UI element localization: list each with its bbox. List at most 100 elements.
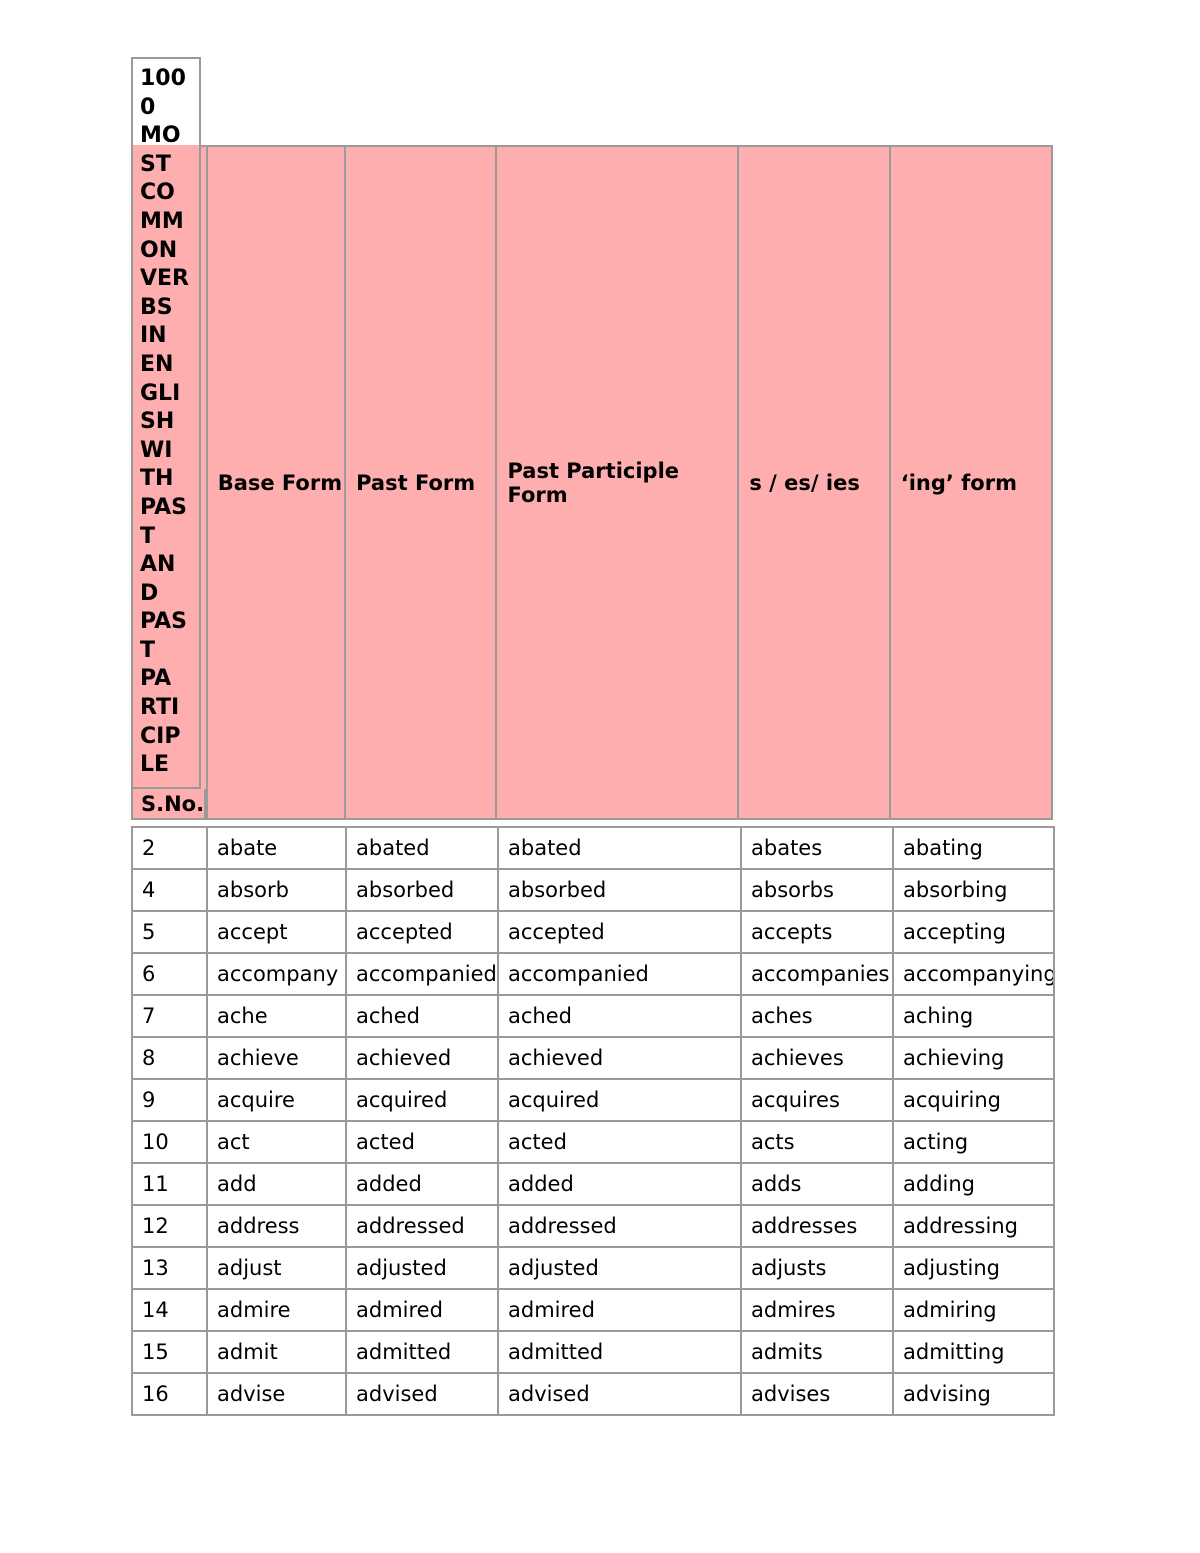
table-cell-sno: 7 (131, 994, 208, 1038)
table-row: 4 absorb absorbed absorbed absorbs absorbing (131, 868, 1055, 912)
table-cell-past: accompanied (345, 952, 499, 996)
table-cell-past: acquired (345, 1078, 499, 1122)
table-cell-base: admire (206, 1288, 347, 1332)
header-label-base-form: Base Form (217, 470, 343, 495)
table-cell-pp: admired (497, 1288, 742, 1332)
table-cell-pp: abated (497, 826, 742, 870)
verb-forms-table: 2 abate abated abated abates abating 4 absorb ab… (131, 826, 1055, 1416)
table-cell-s: achieves (740, 1036, 894, 1080)
table-cell-pp: admitted (497, 1330, 742, 1374)
table-cell-ing: accepting (892, 910, 1055, 954)
table-cell-ing: absorbing (892, 868, 1055, 912)
table-cell-s: acts (740, 1120, 894, 1164)
table-row: 13 adjust adjusted adjusted adjusts adjusting (131, 1246, 1055, 1290)
table-cell-base: acquire (206, 1078, 347, 1122)
table-cell-sno: 14 (131, 1288, 208, 1332)
table-cell-pp: acted (497, 1120, 742, 1164)
title-strip-lower-background (133, 145, 199, 787)
table-cell-base: accompany (206, 952, 347, 996)
table-cell-s: admits (740, 1330, 894, 1374)
table-cell-s: acquires (740, 1078, 894, 1122)
table-cell-ing: admiring (892, 1288, 1055, 1332)
table-cell-s: advises (740, 1372, 894, 1416)
table-cell-s: addresses (740, 1204, 894, 1248)
table-cell-past: accepted (345, 910, 499, 954)
table-cell-sno: 11 (131, 1162, 208, 1206)
table-cell-past: addressed (345, 1204, 499, 1248)
table-cell-sno: 8 (131, 1036, 208, 1080)
table-cell-pp: ached (497, 994, 742, 1038)
document-page: Base Form Past Form Past Participle Form… (0, 0, 1200, 1553)
header-cell-serial-number: S.No. (131, 789, 206, 820)
table-cell-past: absorbed (345, 868, 499, 912)
table-cell-s: accompanies (740, 952, 894, 996)
table-cell-base: achieve (206, 1036, 347, 1080)
table-row: 11 add added added adds adding (131, 1162, 1055, 1206)
table-cell-sno: 2 (131, 826, 208, 870)
table-cell-ing: achieving (892, 1036, 1055, 1080)
table-cell-sno: 10 (131, 1120, 208, 1164)
table-cell-past: advised (345, 1372, 499, 1416)
table-cell-ing: admitting (892, 1330, 1055, 1374)
table-cell-ing: acting (892, 1120, 1055, 1164)
header-cell-base-form: Base Form (207, 147, 347, 818)
table-row: 9 acquire acquired acquired acquires acquirin… (131, 1078, 1055, 1122)
table-row: 5 accept accepted accepted accepts accepting (131, 910, 1055, 954)
table-cell-base: address (206, 1204, 347, 1248)
table-cell-past: added (345, 1162, 499, 1206)
table-row: 8 achieve achieved achieved achieves achievin… (131, 1036, 1055, 1080)
table-cell-base: admit (206, 1330, 347, 1374)
table-cell-past: adjusted (345, 1246, 499, 1290)
table-cell-sno: 15 (131, 1330, 208, 1374)
table-cell-pp: adjusted (497, 1246, 742, 1290)
table-cell-s: admires (740, 1288, 894, 1332)
table-cell-base: accept (206, 910, 347, 954)
table-cell-past: achieved (345, 1036, 499, 1080)
table-cell-base: abate (206, 826, 347, 870)
table-cell-ing: acquiring (892, 1078, 1055, 1122)
table-cell-s: aches (740, 994, 894, 1038)
table-cell-ing: accompanying (892, 952, 1055, 996)
table-cell-sno: 12 (131, 1204, 208, 1248)
header-cell-ing-form: ‘ing’ form (890, 147, 1052, 818)
table-row: 15 admit admitted admitted admits admitting (131, 1330, 1055, 1374)
table-cell-pp: added (497, 1162, 742, 1206)
table-row: 16 advise advised advised advises advising (131, 1372, 1055, 1416)
table-cell-s: abates (740, 826, 894, 870)
table-cell-pp: accepted (497, 910, 742, 954)
table-cell-base: ache (206, 994, 347, 1038)
table-cell-ing: adding (892, 1162, 1055, 1206)
table-cell-past: ached (345, 994, 499, 1038)
header-cell-past-participle-form: Past Participle Form (497, 147, 740, 818)
table-cell-pp: acquired (497, 1078, 742, 1122)
table-cell-past: admired (345, 1288, 499, 1332)
table-cell-past: abated (345, 826, 499, 870)
table-cell-base: act (206, 1120, 347, 1164)
table-cell-ing: advising (892, 1372, 1055, 1416)
table-cell-sno: 16 (131, 1372, 208, 1416)
table-cell-sno: 13 (131, 1246, 208, 1290)
table-cell-ing: abating (892, 826, 1055, 870)
table-cell-ing: adjusting (892, 1246, 1055, 1290)
table-cell-pp: achieved (497, 1036, 742, 1080)
table-row: 6 accompany accompanied accompanied accompan… (131, 952, 1055, 996)
table-header-row: Base Form Past Form Past Participle Form… (133, 147, 1052, 818)
header-label-s-es-ies: s / es/ ies (749, 470, 860, 495)
table-row: 7 ache ached ached aches aching (131, 994, 1055, 1038)
table-cell-pp: advised (497, 1372, 742, 1416)
table-cell-sno: 4 (131, 868, 208, 912)
table-cell-pp: accompanied (497, 952, 742, 996)
header-cell-past-form: Past Form (346, 147, 498, 818)
table-cell-ing: aching (892, 994, 1055, 1038)
table-cell-sno: 9 (131, 1078, 208, 1122)
table-cell-s: accepts (740, 910, 894, 954)
table-cell-sno: 6 (131, 952, 208, 996)
table-cell-past: admitted (345, 1330, 499, 1374)
table-row: 14 admire admired admired admires admiring (131, 1288, 1055, 1332)
table-cell-pp: absorbed (497, 868, 742, 912)
verb-forms-table-body: 2 abate abated abated abates abating 4 absorb ab… (131, 826, 1055, 1416)
header-label-past-form: Past Form (356, 470, 476, 495)
table-cell-base: add (206, 1162, 347, 1206)
header-label-ing-form: ‘ing’ form (900, 470, 1017, 495)
table-row: 2 abate abated abated abates abating (131, 826, 1055, 870)
